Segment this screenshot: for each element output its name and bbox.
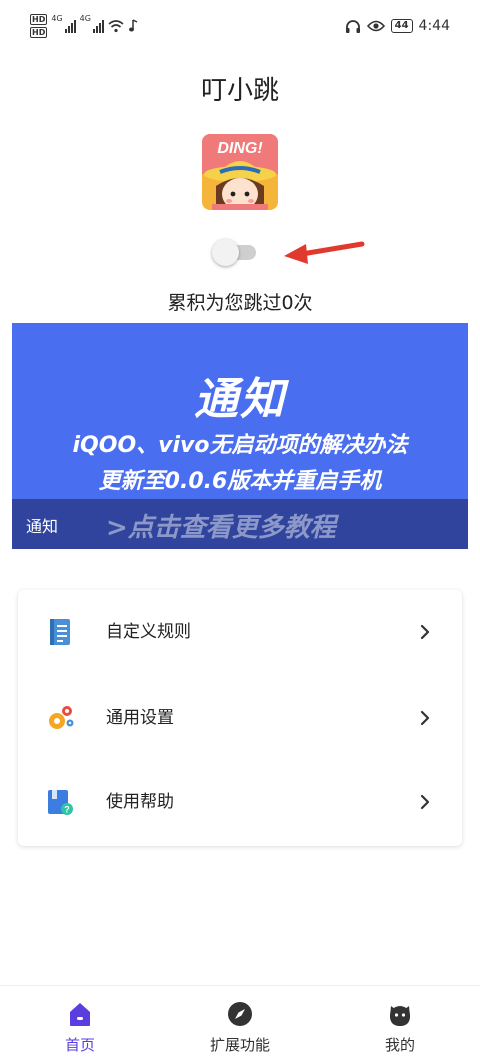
nav-tab-home[interactable]: 首页: [20, 986, 140, 1061]
eye-icon: [366, 20, 385, 32]
banner-title: 通知: [194, 374, 286, 425]
document-list-icon: [50, 619, 70, 645]
toggle-knob: [212, 239, 239, 266]
help-book-icon: ?: [48, 790, 73, 815]
banner-more-link[interactable]: >点击查看更多教程: [106, 507, 336, 544]
network-type-2: 4G: [79, 14, 91, 23]
chevron-right-icon: [420, 710, 430, 726]
nav-tab-profile[interactable]: 我的: [340, 986, 460, 1061]
network-type-1: 4G: [51, 14, 63, 23]
hd-indicators: HD HD: [30, 14, 48, 38]
red-arrow-annotation: [284, 241, 365, 264]
status-bar: HD HD 4G 4G 44 4:44: [0, 0, 480, 58]
menu-card: 自定义规则 通用设置 ? 使用帮助: [18, 590, 462, 846]
wifi-icon: [108, 19, 124, 32]
gears-icon: [49, 706, 74, 729]
chevron-right-icon: [420, 794, 430, 810]
banner-line-1: iQOO、vivo无启动项的解决办法: [72, 433, 408, 458]
nav-label: 首页: [64, 1036, 95, 1054]
bottom-nav: 首页 扩展功能 我的: [0, 985, 480, 1061]
banner-line-2: 更新至0.0.6版本并重启手机: [98, 469, 382, 494]
menu-item-general-settings[interactable]: 通用设置: [18, 676, 462, 760]
status-right: 44 4:44: [345, 18, 450, 34]
app-avatar: DING!: [202, 134, 278, 210]
nav-label: 我的: [384, 1036, 415, 1054]
page-title: 叮小跳: [200, 76, 279, 106]
clock: 4:44: [418, 18, 450, 34]
compass-icon: [228, 1002, 252, 1026]
home-icon: [70, 1003, 90, 1026]
notice-banner[interactable]: 通知 iQOO、vivo无启动项的解决办法 更新至0.0.6版本并重启手机 通知…: [12, 323, 468, 549]
hd-icon: HD: [30, 27, 48, 38]
nav-tab-extensions[interactable]: 扩展功能: [180, 986, 300, 1061]
banner-tag: 通知: [26, 517, 59, 536]
signal-icon: [92, 19, 104, 33]
svg-text:?: ?: [64, 805, 70, 815]
status-left: HD HD 4G 4G: [30, 14, 138, 38]
headphones-icon: [345, 19, 360, 33]
hd-icon: HD: [30, 14, 48, 25]
skip-count-text: 累积为您跳过0次: [167, 292, 313, 314]
avatar-text: DING!: [217, 140, 263, 157]
battery-icon: 44: [390, 19, 413, 33]
menu-item-label: 通用设置: [106, 708, 174, 728]
menu-item-help[interactable]: ? 使用帮助: [18, 760, 462, 844]
menu-item-label: 使用帮助: [106, 792, 174, 812]
profile-face-icon: [390, 1006, 410, 1026]
music-note-icon: [128, 19, 138, 32]
banner-footer: 通知 >点击查看更多教程: [12, 499, 468, 549]
service-toggle[interactable]: [212, 238, 258, 266]
menu-item-custom-rules[interactable]: 自定义规则: [18, 590, 462, 674]
nav-label: 扩展功能: [209, 1036, 270, 1054]
chevron-right-icon: [420, 624, 430, 640]
signal-icon: [64, 19, 76, 33]
menu-item-label: 自定义规则: [106, 622, 191, 642]
